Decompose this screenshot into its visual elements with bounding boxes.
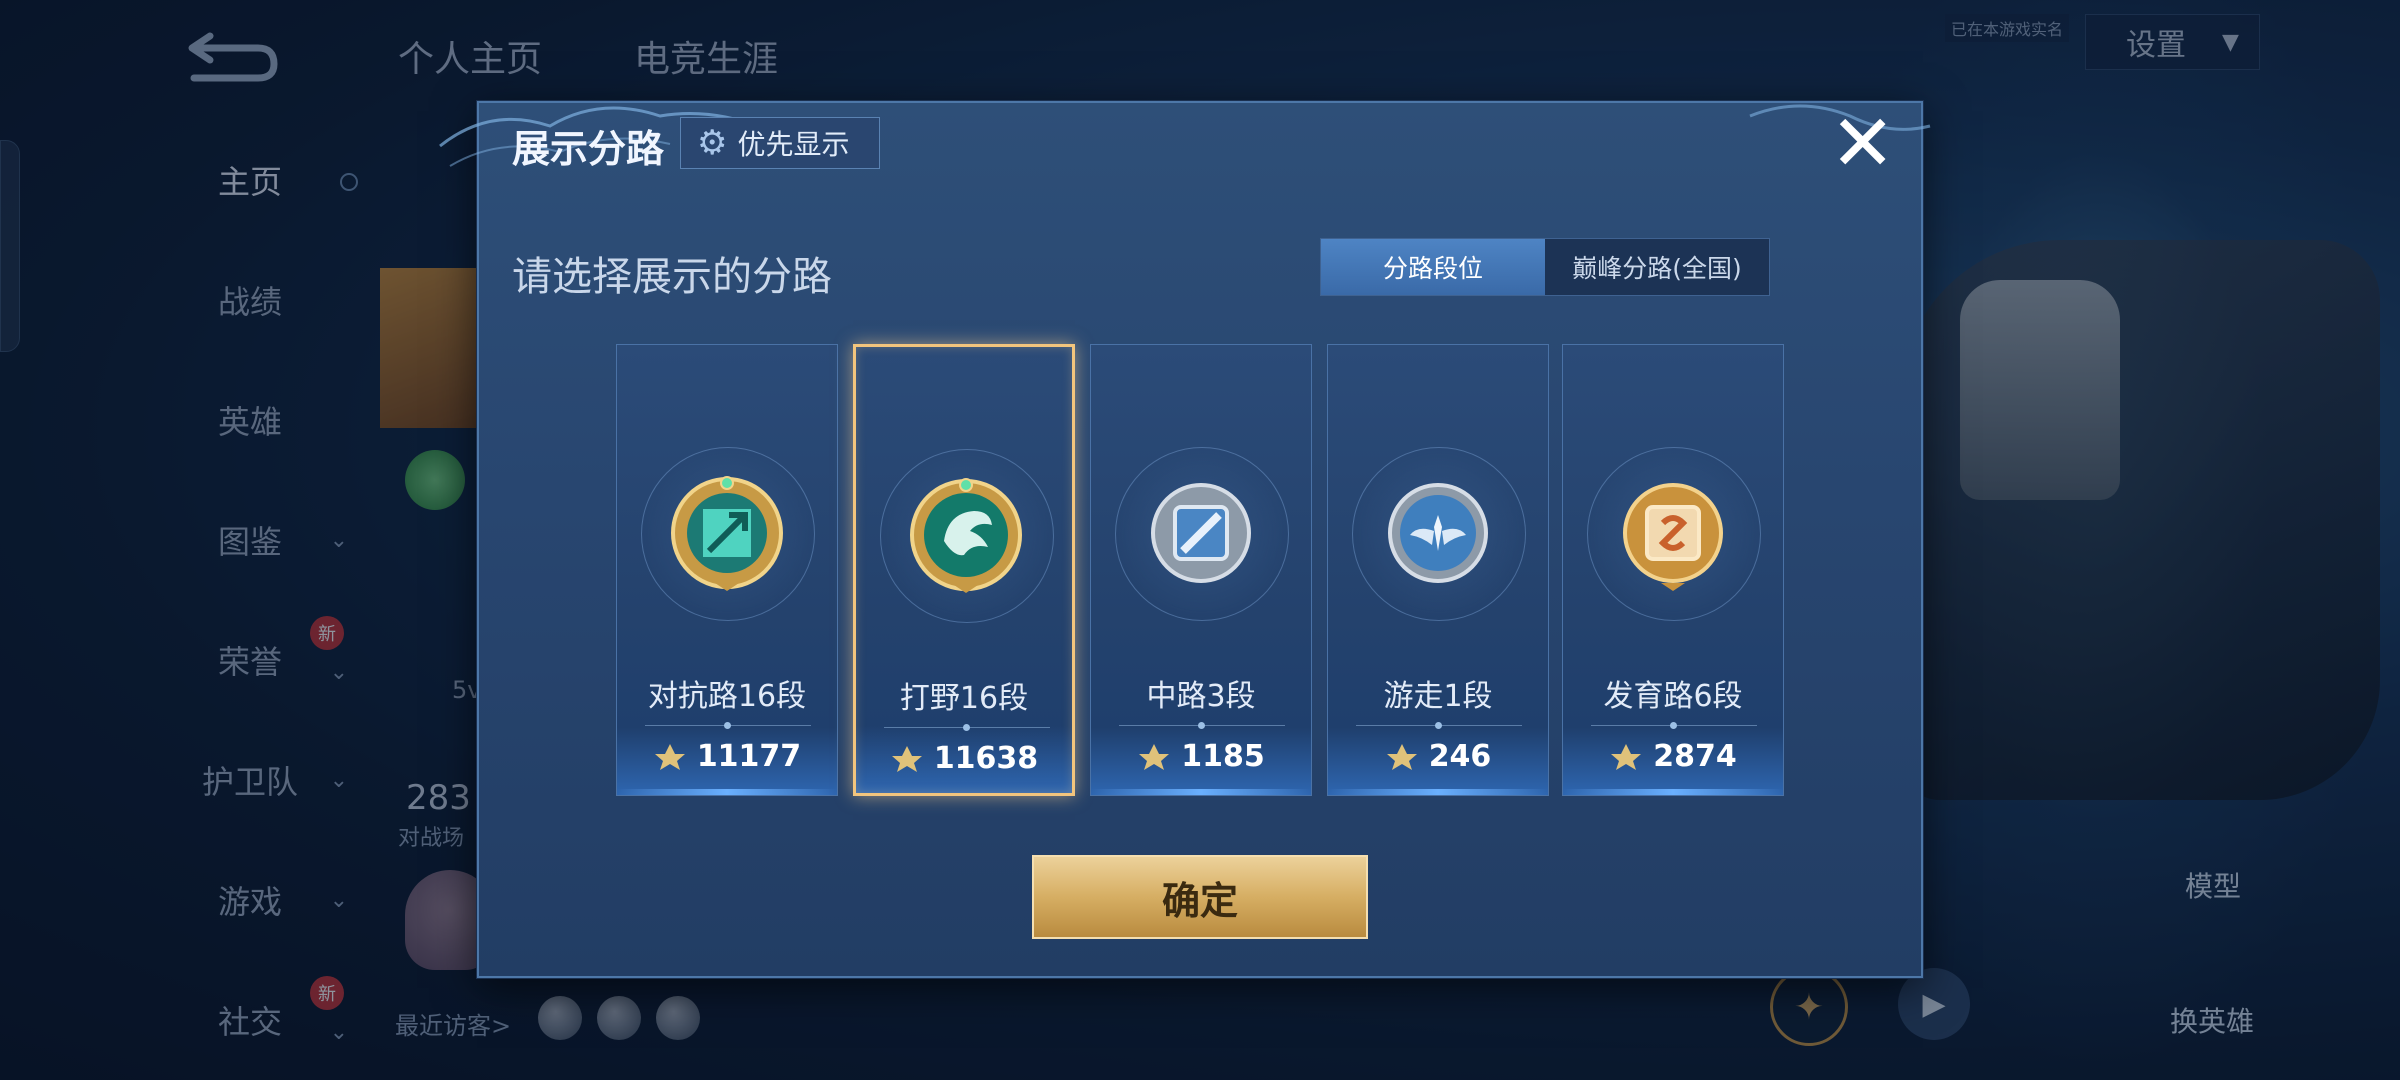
farm-lane-emblem-icon — [1623, 483, 1723, 591]
tab-peak-lane-national[interactable]: 巅峰分路(全国) — [1545, 239, 1769, 295]
lane-name: 对抗路16段 — [647, 679, 807, 714]
lane-points-icon — [654, 743, 685, 770]
priority-display-button[interactable]: ⚙ 优先显示 — [680, 117, 880, 169]
divider — [884, 724, 1050, 731]
lane-score-value: 1185 — [1181, 739, 1265, 774]
divider — [1119, 722, 1285, 729]
close-button[interactable]: ✕ — [1830, 105, 1895, 183]
priority-display-label: 优先显示 — [737, 128, 850, 161]
lane-card-clash[interactable]: 对抗路16段 11177 — [616, 344, 838, 796]
lane-card-farm[interactable]: 发育路6段 2874 — [1562, 344, 1784, 796]
lane-points-icon — [1611, 743, 1642, 770]
mid-lane-emblem-icon — [1151, 483, 1251, 583]
roam-wings-emblem-icon — [1388, 483, 1488, 583]
lane-points-icon — [1386, 743, 1417, 770]
lane-score: 246 — [1328, 739, 1548, 774]
divider — [1356, 722, 1522, 729]
lane-points-icon — [891, 745, 922, 772]
lane-score: 2874 — [1563, 739, 1783, 774]
lane-card-jungle[interactable]: 打野16段 11638 — [853, 344, 1075, 796]
card-glow — [1563, 789, 1783, 795]
close-icon: ✕ — [1830, 99, 1896, 189]
lane-name: 打野16段 — [899, 681, 1029, 716]
clash-lane-emblem-icon — [671, 476, 783, 591]
lane-score-value: 11638 — [933, 741, 1039, 776]
card-glow — [1328, 789, 1548, 795]
lane-name: 游走1段 — [1383, 679, 1493, 714]
lane-score-value: 246 — [1428, 739, 1492, 774]
gear-icon: ⚙ — [697, 123, 728, 163]
lane-score-value: 2874 — [1653, 739, 1737, 774]
rank-type-toggle: 分路段位 巅峰分路(全国) — [1320, 238, 1770, 296]
confirm-button[interactable]: 确定 — [1032, 855, 1368, 939]
lane-score: 11638 — [856, 741, 1072, 776]
jungle-dragon-emblem-icon — [910, 478, 1022, 593]
card-glow — [617, 789, 837, 795]
lane-score: 1185 — [1091, 739, 1311, 774]
divider — [1591, 722, 1757, 729]
tab-lane-rank[interactable]: 分路段位 — [1321, 239, 1545, 295]
lane-score: 11177 — [617, 739, 837, 774]
lane-card-list: 对抗路16段 11177 打野16段 11638 中路3段 1185 游走1段 … — [616, 344, 1784, 796]
lane-name: 中路3段 — [1146, 679, 1256, 714]
lane-card-roam[interactable]: 游走1段 246 — [1327, 344, 1549, 796]
lane-score-value: 11177 — [696, 739, 802, 774]
card-glow — [1091, 789, 1311, 795]
lane-card-mid[interactable]: 中路3段 1185 — [1090, 344, 1312, 796]
dialog-title: 展示分路 — [512, 127, 665, 171]
lane-points-icon — [1139, 743, 1170, 770]
divider — [645, 722, 811, 729]
dialog-subtitle: 请选择展示的分路 — [512, 254, 832, 300]
lane-name: 发育路6段 — [1603, 679, 1743, 714]
